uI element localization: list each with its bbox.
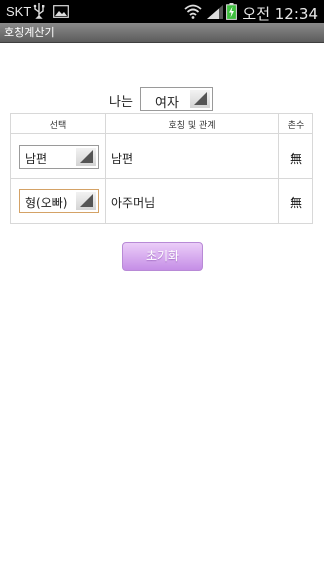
my-gender-label: 나는: [109, 95, 133, 110]
row-divider: [11, 178, 312, 179]
header-degree: 촌수: [287, 121, 305, 131]
header-relation: 호칭 및 관계: [168, 121, 216, 131]
wifi-icon: [184, 4, 202, 19]
dropdown-arrow-icon: [190, 90, 210, 108]
dropdown-arrow-icon: [76, 192, 96, 210]
gallery-icon: [53, 5, 69, 18]
relation-select-row-1[interactable]: 남편: [19, 145, 99, 169]
gender-select[interactable]: 여자: [140, 87, 213, 111]
usb-icon: [33, 3, 45, 19]
relation-table: 선택 호칭 및 관계 촌수 남편 남편 無 형(오빠) 아주머님 無: [10, 113, 313, 224]
dropdown-arrow-icon: [76, 148, 96, 166]
status-bar: SKT 오전 12:34: [0, 0, 324, 23]
relation-title: 아주머님: [111, 196, 156, 210]
degree-value: 無: [289, 152, 302, 166]
relation-select-value: 남편: [25, 152, 48, 166]
reset-button[interactable]: 초기화: [122, 242, 203, 271]
relation-select-value: 형(오빠): [25, 196, 68, 210]
gender-select-value: 여자: [155, 96, 179, 111]
app-title: 호칭계산기: [4, 26, 55, 39]
battery-charging-icon: [226, 3, 237, 20]
relation-select-row-2[interactable]: 형(오빠): [19, 189, 99, 213]
degree-value: 無: [289, 196, 302, 210]
carrier-name: SKT: [6, 4, 32, 19]
my-gender-row: 나는 여자: [0, 87, 324, 111]
clock: 오전 12:34: [242, 5, 318, 23]
header-select: 선택: [49, 121, 67, 131]
header-divider: [11, 133, 312, 134]
relation-title: 남편: [111, 152, 134, 166]
signal-icon: [207, 5, 223, 19]
app-title-bar: 호칭계산기: [0, 23, 324, 43]
